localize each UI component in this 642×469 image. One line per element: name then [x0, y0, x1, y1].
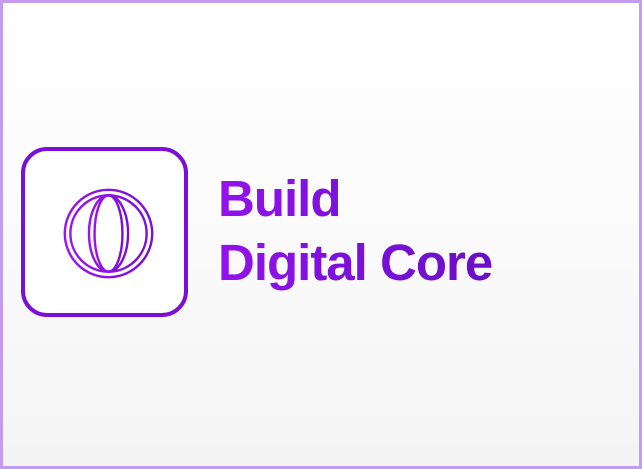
icon-tile: [21, 147, 188, 317]
tile-card: Build Digital Core: [0, 0, 642, 469]
headline-line-1: Build: [218, 167, 492, 231]
globe-icon: [63, 188, 154, 279]
headline: Build Digital Core: [218, 167, 493, 295]
headline-line-2: Digital Core: [218, 231, 493, 295]
